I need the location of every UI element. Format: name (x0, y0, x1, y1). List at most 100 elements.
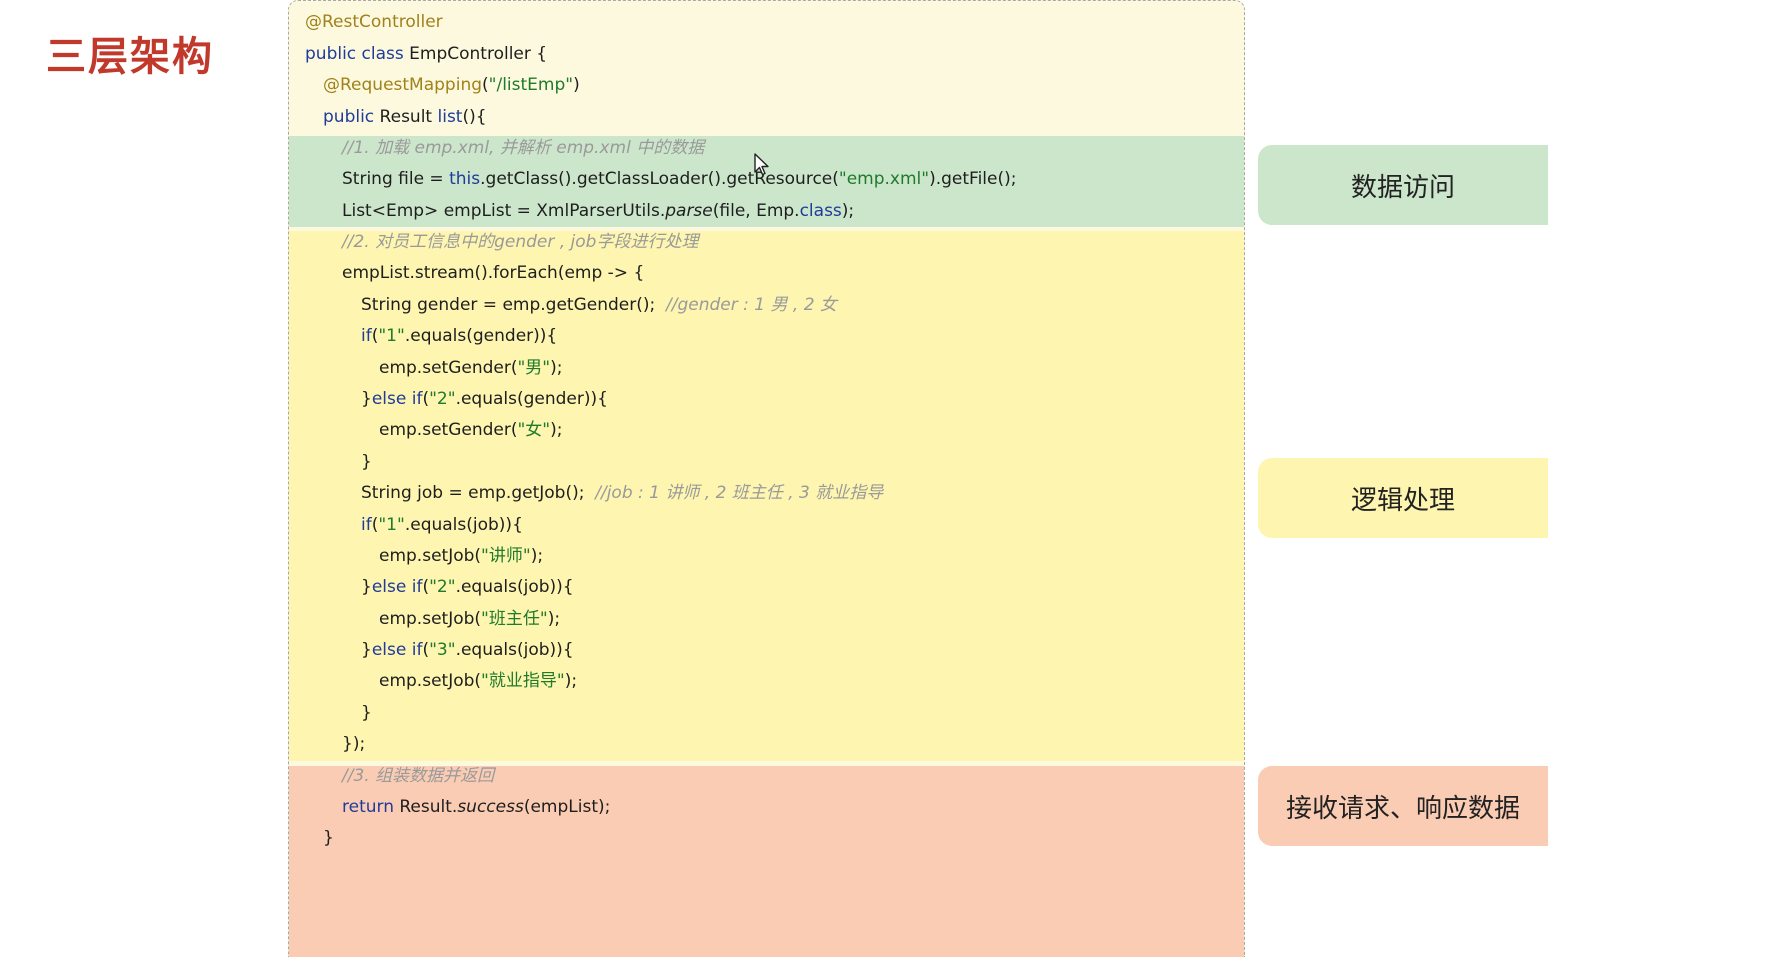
logic-label: 逻辑处理 (1258, 458, 1548, 538)
code-token: (){ (462, 107, 487, 127)
code-comment: //3. 组装数据并返回 (342, 761, 494, 792)
comment-token: //1. 加载 emp.xml, 并解析 emp.xml 中的数据 (342, 138, 705, 158)
string-token: "3" (429, 640, 456, 660)
code-token: .getClass().getClassLoader().getResource… (480, 169, 839, 189)
code-line: public class EmpController { (305, 39, 547, 70)
comment-token: //2. 对员工信息中的gender , job字段进行处理 (342, 232, 699, 252)
code-line: String gender = emp.getGender(); //gende… (361, 290, 837, 321)
string-token: "班主任" (481, 609, 548, 629)
code-line: }else if("2".equals(gender)){ (361, 384, 608, 415)
comment-token: //3. 组装数据并返回 (342, 766, 495, 786)
response-label: 接收请求、响应数据 (1258, 766, 1548, 846)
string-token: "就业指导" (481, 671, 565, 691)
code-line: emp.setJob("就业指导"); (379, 666, 577, 697)
code-line: if("1".equals(job)){ (361, 510, 523, 541)
string-token: "女" (517, 420, 551, 440)
method-token: parse (665, 201, 713, 221)
code-token: }); (342, 734, 366, 754)
string-token: "1" (378, 326, 405, 346)
code-token: List<Emp> empList = XmlParserUtils. (342, 201, 666, 221)
code-token: ( (482, 75, 489, 95)
code-token: emp.setJob( (379, 609, 482, 629)
code-line: } (323, 823, 334, 854)
code-token: } (361, 640, 372, 660)
code-line: empList.stream().forEach(emp -> { (342, 258, 644, 289)
code-token: emp.setGender( (379, 420, 518, 440)
code-token: ).getFile(); (929, 169, 1017, 189)
code-line: emp.setJob("班主任"); (379, 604, 560, 635)
code-token: } (361, 577, 372, 597)
keyword-token: if (361, 515, 372, 535)
code-token: ); (841, 201, 855, 221)
code-line: @RequestMapping("/listEmp") (323, 70, 580, 101)
code-token: .equals(gender)){ (455, 389, 608, 409)
page-title: 三层架构 (46, 34, 214, 80)
keyword-token: else if (371, 389, 423, 409)
code-token: .equals(job)){ (455, 640, 574, 660)
code-token: .equals(gender)){ (404, 326, 558, 346)
keyword-token: else if (371, 640, 423, 660)
code-line: return Result.success(empList); (342, 792, 610, 823)
string-token: "/listEmp" (488, 75, 574, 95)
data-access-label: 数据访问 (1258, 145, 1548, 225)
comment-token: //gender : 1 男 , 2 女 (666, 295, 837, 315)
code-line: public Result list(){ (323, 102, 487, 133)
code-comment: //2. 对员工信息中的gender , job字段进行处理 (342, 227, 698, 258)
string-token: "emp.xml" (838, 169, 930, 189)
code-token: .equals(job)){ (404, 515, 523, 535)
code-line: } (361, 698, 372, 729)
code-token: empList.stream().forEach(emp -> { (342, 263, 645, 283)
code-line: emp.setGender("女"); (379, 415, 563, 446)
keyword-token: this (449, 169, 481, 189)
annotation-token: @RestController (305, 12, 443, 32)
annotation-token: @RequestMapping (323, 75, 483, 95)
code-token: emp.setGender( (379, 358, 518, 378)
code-token: Result (374, 107, 438, 127)
method-token: list (437, 107, 463, 127)
code-token: (file, Emp. (712, 201, 800, 221)
keyword-token: public class (305, 44, 404, 64)
keyword-token: class (799, 201, 842, 221)
code-line: } (361, 447, 372, 478)
code-token: ); (547, 609, 561, 629)
code-token: } (323, 828, 334, 848)
keyword-token: public (323, 107, 375, 127)
code-token: String file = (342, 169, 450, 189)
code-comment: //1. 加载 emp.xml, 并解析 emp.xml 中的数据 (342, 133, 704, 164)
code-token: emp.setJob( (379, 671, 482, 691)
code-line: if("1".equals(gender)){ (361, 321, 557, 352)
code-token: ); (530, 546, 544, 566)
keyword-token: else if (371, 577, 423, 597)
code-line: }else if("3".equals(job)){ (361, 635, 574, 666)
code-token: } (361, 703, 372, 723)
string-token: "2" (429, 577, 456, 597)
mouse-pointer-icon (754, 153, 770, 182)
code-token: } (361, 389, 372, 409)
keyword-token: return (342, 797, 394, 817)
code-token: EmpController { (403, 44, 548, 64)
code-token: String gender = emp.getGender(); (361, 295, 667, 315)
code-token: ); (550, 420, 563, 440)
method-token: success (457, 797, 524, 817)
code-token: ) (573, 75, 580, 95)
code-line: List<Emp> empList = XmlParserUtils.parse… (342, 196, 854, 227)
code-panel: @RestController public class EmpControll… (288, 0, 1245, 957)
code-line: String job = emp.getJob(); //job : 1 讲师 … (361, 478, 883, 509)
code-line: String file = this.getClass().getClassLo… (342, 164, 1016, 195)
code-token: Result. (393, 797, 458, 817)
code-line: @RestController (305, 7, 443, 38)
string-token: "1" (378, 515, 405, 535)
code-line: }else if("2".equals(job)){ (361, 572, 574, 603)
code-token: (empList); (523, 797, 611, 817)
code-token: } (361, 452, 372, 472)
code-token: emp.setJob( (379, 546, 482, 566)
string-token: "男" (517, 358, 551, 378)
keyword-token: if (361, 326, 372, 346)
code-line: emp.setGender("男"); (379, 353, 563, 384)
code-token: String job = emp.getJob(); (361, 483, 596, 503)
code-token: ); (564, 671, 578, 691)
comment-token: //job : 1 讲师 , 2 班主任 , 3 就业指导 (595, 483, 884, 503)
string-token: "讲师" (481, 546, 531, 566)
code-token: ); (550, 358, 563, 378)
code-line: }); (342, 729, 365, 760)
